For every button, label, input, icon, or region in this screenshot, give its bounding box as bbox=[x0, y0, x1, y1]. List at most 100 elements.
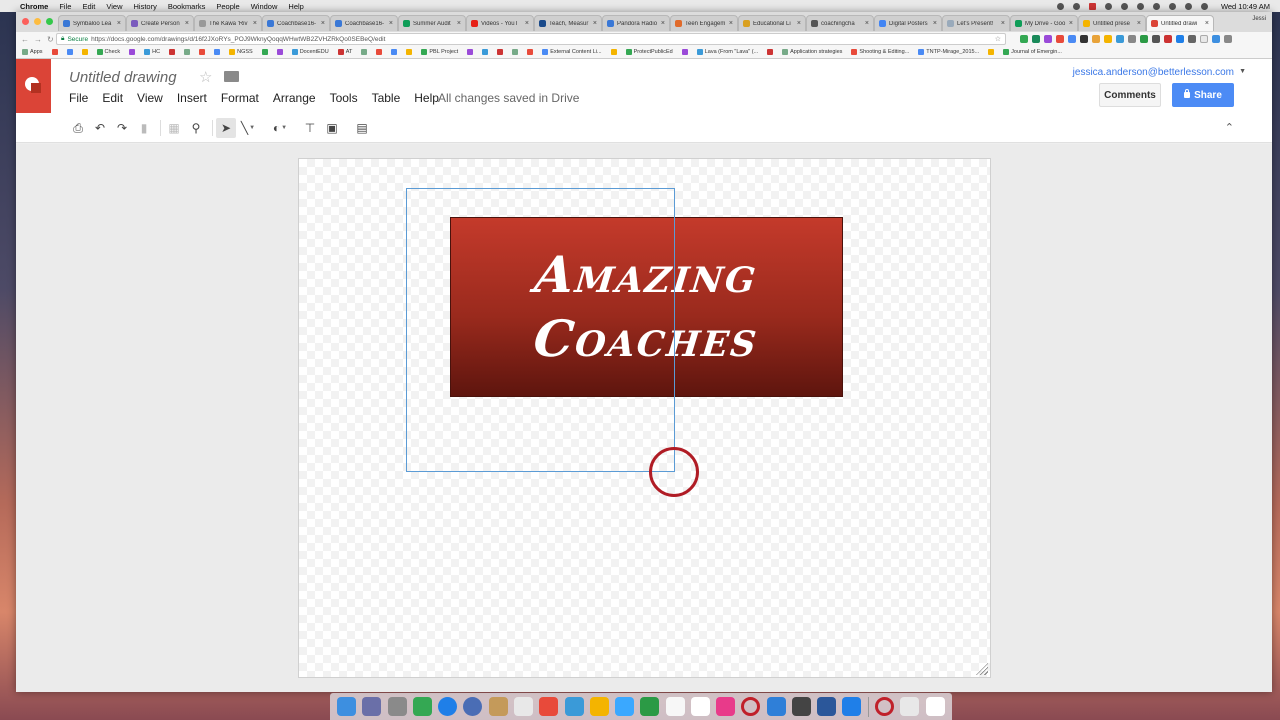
tab-close-icon[interactable]: × bbox=[321, 20, 325, 27]
bookmark-item[interactable] bbox=[81, 49, 88, 55]
browser-tab[interactable]: coachingcha × bbox=[806, 15, 874, 31]
dock-app-icon[interactable] bbox=[488, 697, 508, 716]
collapse-icon[interactable]: ⌃ bbox=[1225, 121, 1234, 134]
status-item-icon[interactable] bbox=[1056, 2, 1064, 10]
bookmark-item[interactable]: Journal of Emergin... bbox=[1003, 49, 1062, 55]
address-bar[interactable]: 🔒︎ Secure https://docs.google.com/drawin… bbox=[56, 33, 1006, 45]
bookmark-item[interactable] bbox=[497, 49, 504, 55]
extension-icon[interactable] bbox=[1020, 35, 1028, 43]
line-icon[interactable]: ╲ ▼ bbox=[238, 118, 258, 138]
browser-tab[interactable]: Pandora Radio × bbox=[602, 15, 670, 31]
select-all-icon[interactable]: ▦ bbox=[164, 118, 184, 138]
dock-app-icon[interactable] bbox=[842, 697, 862, 716]
extension-icon[interactable] bbox=[1056, 35, 1064, 43]
bookmark-item[interactable] bbox=[512, 49, 519, 55]
url-text[interactable]: https://docs.google.com/drawings/d/16f2J… bbox=[91, 36, 385, 43]
tab-close-icon[interactable]: × bbox=[933, 20, 937, 27]
dock-app-icon[interactable] bbox=[817, 697, 837, 716]
dock-app-icon[interactable] bbox=[463, 697, 483, 716]
menubar-item-history[interactable]: History bbox=[134, 2, 157, 11]
dock-app-icon[interactable] bbox=[362, 697, 382, 716]
dock-app-icon[interactable] bbox=[640, 697, 660, 716]
bookmark-item[interactable]: ProtectPublicEd bbox=[625, 49, 673, 55]
bookmark-star-icon[interactable]: ☆ bbox=[995, 35, 1001, 43]
tab-close-icon[interactable]: × bbox=[865, 20, 869, 27]
dock-app-icon[interactable] bbox=[513, 697, 533, 716]
dock-app-icon[interactable] bbox=[539, 697, 559, 716]
extension-icon[interactable] bbox=[1176, 35, 1184, 43]
select-pointer-icon[interactable]: ➤ bbox=[216, 118, 236, 138]
extension-icon[interactable] bbox=[1080, 35, 1088, 43]
status-item-icon[interactable] bbox=[1136, 2, 1144, 10]
folder-icon[interactable] bbox=[224, 71, 239, 82]
browser-tab[interactable]: Untitled drawi × bbox=[1146, 15, 1214, 31]
bookmark-item[interactable] bbox=[767, 49, 774, 55]
extension-icon[interactable] bbox=[1032, 35, 1040, 43]
menubar-item-file[interactable]: File bbox=[59, 2, 71, 11]
browser-tab[interactable]: Videos - YouT × bbox=[466, 15, 534, 31]
document-title[interactable]: Untitled drawing bbox=[69, 69, 177, 86]
wifi-icon[interactable] bbox=[1168, 2, 1176, 10]
browser-tab[interactable]: Coachbase16- × bbox=[330, 15, 398, 31]
share-button[interactable]: Share bbox=[1172, 83, 1234, 107]
tab-close-icon[interactable]: × bbox=[185, 20, 189, 27]
browser-tab[interactable]: The Kawa 'Riv × bbox=[194, 15, 262, 31]
dock-app-icon[interactable] bbox=[564, 697, 584, 716]
dock-app-icon[interactable] bbox=[741, 697, 761, 716]
undo-icon[interactable]: ↶ bbox=[90, 118, 110, 138]
menu-format[interactable]: Format bbox=[221, 91, 259, 105]
dock-app-icon[interactable] bbox=[716, 697, 736, 716]
bookmark-item[interactable] bbox=[376, 49, 383, 55]
tab-close-icon[interactable]: × bbox=[457, 20, 461, 27]
bookmark-item[interactable] bbox=[988, 49, 995, 55]
profile-button[interactable]: Jessi bbox=[1252, 16, 1266, 22]
forward-icon[interactable]: → bbox=[34, 35, 42, 44]
browser-tab[interactable]: Coachbase16- × bbox=[262, 15, 330, 31]
account-email[interactable]: jessica.anderson@betterlesson.com bbox=[1073, 67, 1234, 78]
dock-app-icon[interactable] bbox=[438, 697, 458, 716]
bookmark-item[interactable] bbox=[527, 49, 534, 55]
browser-tab[interactable]: Teen Engagem × bbox=[670, 15, 738, 31]
window-close-button[interactable] bbox=[22, 18, 29, 25]
bookmark-item[interactable] bbox=[129, 49, 136, 55]
save-status[interactable]: All changes saved in Drive bbox=[438, 91, 579, 105]
menu-arrange[interactable]: Arrange bbox=[273, 91, 316, 105]
bookmark-item[interactable] bbox=[391, 49, 398, 55]
window-maximize-button[interactable] bbox=[46, 18, 53, 25]
bookmark-item[interactable] bbox=[184, 49, 191, 55]
bookmark-item[interactable]: Application strategies bbox=[782, 49, 842, 55]
extension-icon[interactable] bbox=[1188, 35, 1196, 43]
extension-icon[interactable] bbox=[1116, 35, 1124, 43]
menubar-app-name[interactable]: Chrome bbox=[20, 2, 48, 11]
bookmark-item[interactable] bbox=[681, 49, 688, 55]
tab-close-icon[interactable]: × bbox=[253, 20, 257, 27]
status-item-icon[interactable] bbox=[1088, 2, 1096, 10]
bookmark-item[interactable] bbox=[467, 49, 474, 55]
status-item-icon[interactable] bbox=[1072, 2, 1080, 10]
tab-close-icon[interactable]: × bbox=[729, 20, 733, 27]
window-minimize-button[interactable] bbox=[34, 18, 41, 25]
bookmark-item[interactable]: NGSS bbox=[229, 49, 253, 55]
extension-icon[interactable] bbox=[1164, 35, 1172, 43]
print-icon[interactable]: ⎙ bbox=[68, 118, 88, 138]
comments-button[interactable]: Comments bbox=[1099, 83, 1161, 107]
tab-close-icon[interactable]: × bbox=[1137, 20, 1141, 27]
paint-format-icon[interactable]: ▮ bbox=[134, 118, 154, 138]
menubar-item-people[interactable]: People bbox=[216, 2, 239, 11]
menubar-item-help[interactable]: Help bbox=[288, 2, 303, 11]
drawing-canvas[interactable]: Amazing Coaches bbox=[298, 158, 991, 678]
bookmark-item[interactable]: Shooting & Editing... bbox=[851, 49, 909, 55]
dock-app-icon[interactable] bbox=[766, 697, 786, 716]
dock-app-icon[interactable] bbox=[589, 697, 609, 716]
text-box-icon[interactable]: ⊤ bbox=[300, 118, 320, 138]
bookmark-item[interactable] bbox=[51, 49, 58, 55]
dock-app-icon[interactable] bbox=[337, 697, 357, 716]
browser-tab[interactable]: Let's Present! × bbox=[942, 15, 1010, 31]
tab-close-icon[interactable]: × bbox=[117, 20, 121, 27]
dock-app-icon[interactable] bbox=[874, 697, 894, 716]
status-item-icon[interactable] bbox=[1104, 2, 1112, 10]
image-icon[interactable]: ▣ bbox=[322, 118, 342, 138]
extension-icon[interactable] bbox=[1104, 35, 1112, 43]
dock-app-icon[interactable] bbox=[387, 697, 407, 716]
selection-box[interactable] bbox=[406, 188, 675, 472]
